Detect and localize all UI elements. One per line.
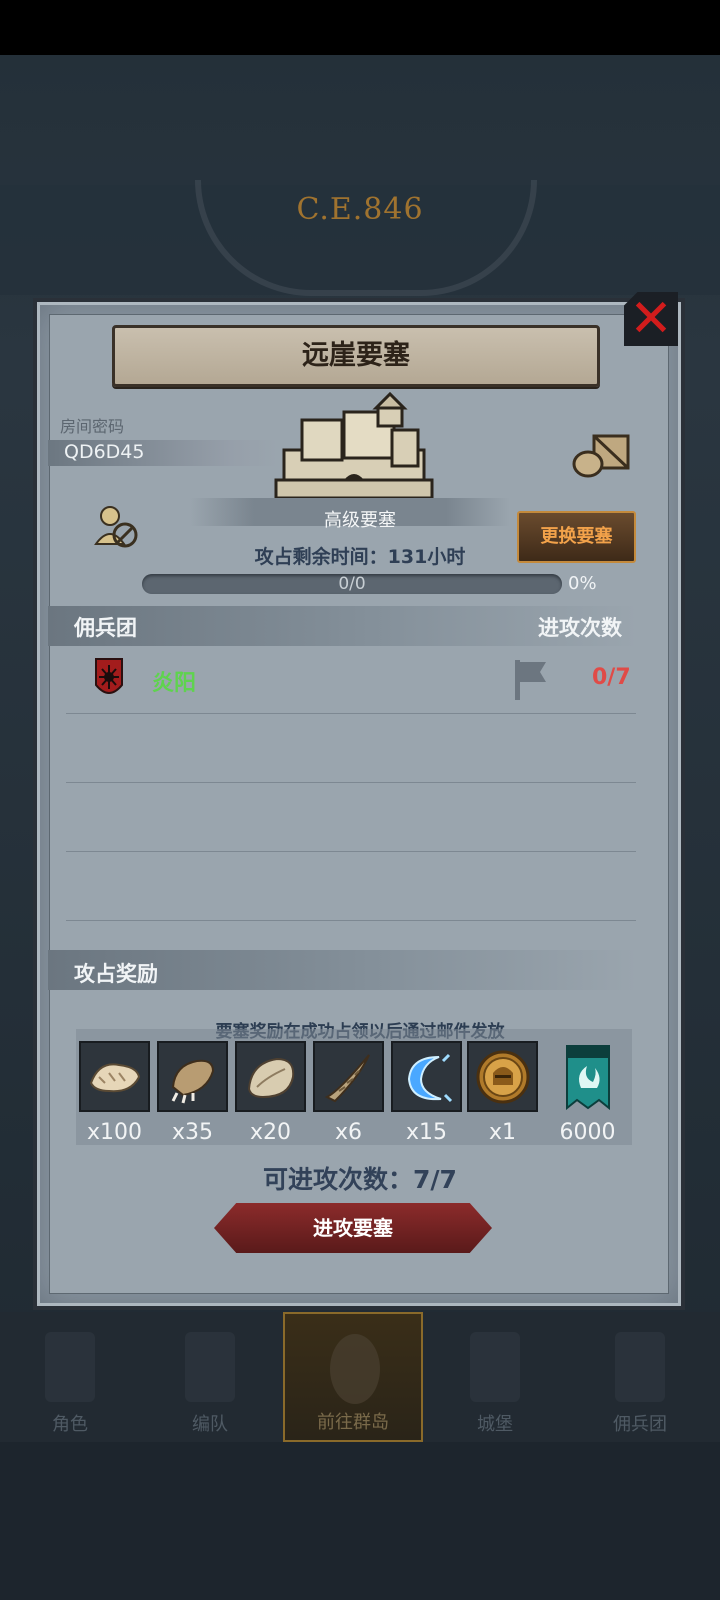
row-divider — [66, 851, 636, 852]
fur-pelt-icon-svg — [89, 1062, 140, 1092]
nav-label: 前往群岛 — [317, 1412, 389, 1433]
horn-icon — [313, 1041, 384, 1112]
blue-crescent-icon-svg — [407, 1053, 452, 1102]
room-code: QD6D45 — [64, 441, 145, 463]
mercenary-header: 佣兵团 — [74, 616, 137, 640]
attack-count-header: 进攻次数 — [538, 616, 622, 640]
mercenary-attack-count: 0/7 — [592, 665, 631, 690]
progress-text: 0/0 — [338, 574, 366, 594]
mercenary-nav-icon — [615, 1332, 665, 1402]
reward-item[interactable]: x20 — [235, 1041, 306, 1145]
fur-pelt-icon — [79, 1041, 150, 1112]
reward-qty: x15 — [405, 1120, 447, 1145]
room-code-label: 房间密码 — [60, 417, 125, 436]
supply-sack-crate-icon[interactable] — [572, 432, 632, 478]
knight-helmet-medal-icon — [467, 1041, 538, 1112]
title-banner: 远崖要塞 — [112, 325, 600, 387]
castle-icon — [274, 391, 434, 500]
attack-fortress-button[interactable]: 进攻要塞 — [214, 1203, 492, 1253]
nav-item-character[interactable]: 角色 — [0, 1312, 140, 1442]
status-bar — [0, 0, 720, 55]
reward-qty: x100 — [86, 1120, 142, 1145]
horn-icon-svg — [324, 1053, 370, 1102]
close-button[interactable]: ✕ — [624, 292, 678, 346]
row-divider — [66, 713, 636, 714]
nav-item-castle[interactable]: 城堡 — [425, 1312, 565, 1442]
reward-header: 攻占奖励 — [74, 962, 158, 986]
reward-qty: x6 — [334, 1120, 363, 1145]
castle-nav-icon — [470, 1332, 520, 1402]
flag-icon — [515, 660, 546, 700]
reward-item[interactable]: x6 — [313, 1041, 384, 1145]
progress-percent: 0% — [568, 573, 597, 594]
nav-label: 佣兵团 — [613, 1414, 667, 1435]
wool-pelt-icon — [235, 1041, 306, 1112]
beast-claw-icon — [157, 1041, 228, 1112]
nav-item-formation[interactable]: 编队 — [140, 1312, 280, 1442]
reward-item[interactable]: x1 — [467, 1041, 538, 1145]
reward-item[interactable]: 6000 — [552, 1041, 623, 1145]
helmet-icon — [185, 1332, 235, 1402]
nav-item-islands[interactable]: 前往群岛 — [283, 1312, 423, 1442]
bottom-backdrop — [0, 1442, 720, 1600]
teal-banner-icon-svg — [565, 1044, 610, 1110]
reward-qty: x20 — [249, 1120, 291, 1145]
reward-qty: 6000 — [559, 1120, 616, 1145]
knight-helmet-medal-icon-svg — [476, 1050, 529, 1103]
row-divider — [66, 782, 636, 783]
close-icon: ✕ — [629, 289, 673, 349]
nav-label: 城堡 — [477, 1414, 513, 1435]
remaining-time: 攻占剩余时间：131小时 — [254, 546, 466, 568]
teal-banner-icon — [552, 1041, 623, 1112]
nav-label: 编队 — [192, 1414, 228, 1435]
blue-crescent-icon — [391, 1041, 462, 1112]
attacks-remaining: 可进攻次数：7/7 — [263, 1165, 457, 1194]
reward-qty: x1 — [488, 1120, 517, 1145]
reward-item[interactable]: x100 — [79, 1041, 150, 1145]
guild-shield-icon — [95, 658, 123, 694]
beast-claw-icon-svg — [171, 1059, 214, 1103]
nav-label: 角色 — [52, 1414, 88, 1435]
attack-fortress-label: 进攻要塞 — [313, 1216, 393, 1240]
globe-icon — [330, 1334, 380, 1404]
wool-pelt-icon-svg — [247, 1057, 294, 1098]
reward-item[interactable]: x15 — [391, 1041, 462, 1145]
knight-icon — [45, 1332, 95, 1402]
era-label: C.E.846 — [296, 192, 424, 227]
mercenary-name: 炎阳 — [152, 671, 197, 696]
row-divider — [66, 920, 636, 921]
dialog-title: 远崖要塞 — [302, 340, 410, 371]
reward-qty: x35 — [171, 1120, 213, 1145]
reward-item[interactable]: x35 — [157, 1041, 228, 1145]
nav-item-mercenary[interactable]: 佣兵团 — [570, 1312, 710, 1442]
